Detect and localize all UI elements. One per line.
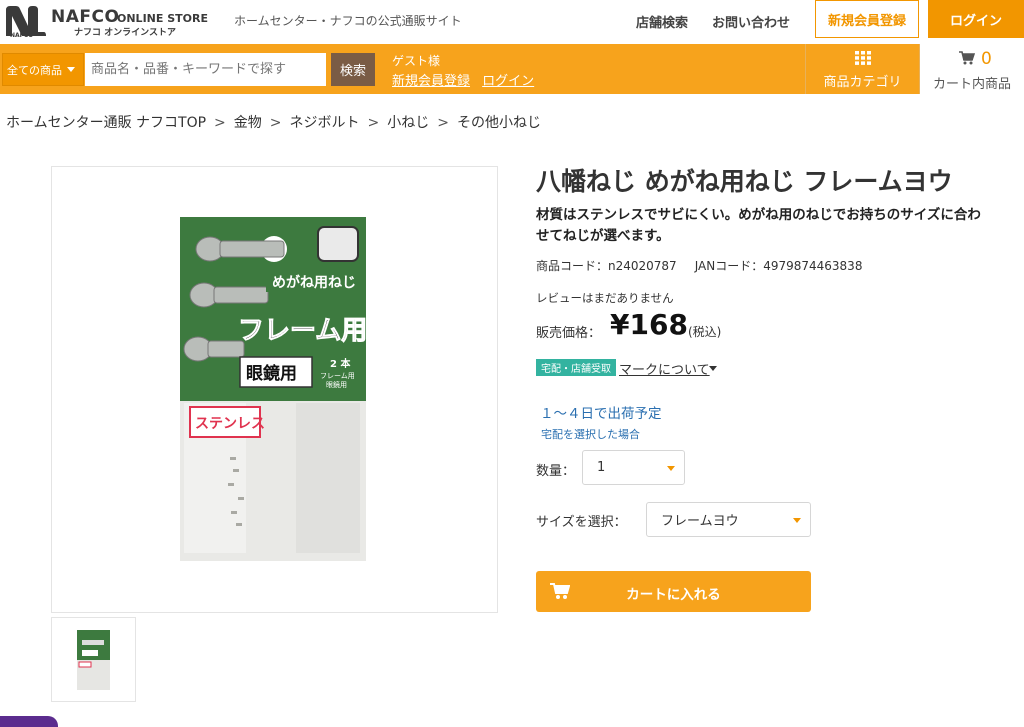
site-logo[interactable]: NAFCO NAFCO ONLINE STORE ナフコ オンラインストア xyxy=(4,4,214,40)
breadcrumb-item[interactable]: ホームセンター通販 ナフコTOP xyxy=(6,115,206,131)
category-menu-label: 商品カテゴリ xyxy=(823,75,902,90)
shipping-note: 宅配を選択した場合 xyxy=(541,428,640,441)
size-label: サイズを選択： xyxy=(536,515,627,530)
top-header: NAFCO NAFCO ONLINE STORE ナフコ オンラインストア ホー… xyxy=(0,0,1024,44)
guest-login-link[interactable]: ログイン xyxy=(482,74,534,89)
chat-widget-tab[interactable] xyxy=(0,716,58,727)
size-value: フレームヨウ xyxy=(661,514,739,529)
quantity-select[interactable]: 1 xyxy=(582,450,685,485)
breadcrumb-item[interactable]: その他小ねじ xyxy=(457,115,541,131)
guest-register-link[interactable]: 新規会員登録 xyxy=(392,74,470,89)
category-select-label: 全ての商品 xyxy=(7,63,62,77)
breadcrumb-item[interactable]: 小ねじ xyxy=(387,115,429,131)
site-tagline: ホームセンター・ナフコの公式通販サイト xyxy=(234,14,462,28)
package-sub2: 眼鏡用 xyxy=(326,380,347,389)
breadcrumb-separator: > xyxy=(437,115,449,131)
product-description: 材質はステンレスでサビにくい。めがね用のねじでお持ちのサイズに合わせてねじが選べ… xyxy=(536,207,981,244)
tax-note: (税込) xyxy=(688,325,722,339)
shipping-estimate: １～４日で出荷予定 xyxy=(540,406,662,422)
review-status: レビューはまだありません xyxy=(536,291,674,305)
breadcrumb-item[interactable]: 金物 xyxy=(234,115,262,131)
add-to-cart-button[interactable]: カートに入れる xyxy=(536,571,811,612)
cart-button[interactable]: 0 カート内商品 xyxy=(920,44,1024,94)
package-material: ステンレス xyxy=(195,416,265,432)
breadcrumb-separator: > xyxy=(269,115,282,131)
chevron-down-icon xyxy=(67,67,75,72)
breadcrumb-separator: > xyxy=(214,115,226,131)
package-sub1: フレーム用 xyxy=(320,372,355,380)
chevron-down-icon xyxy=(793,518,801,523)
mark-info-link[interactable]: マークについて xyxy=(619,359,710,378)
thumbnail-image xyxy=(77,630,110,690)
logo-store-text: ONLINE STORE xyxy=(117,12,208,25)
size-select[interactable]: フレームヨウ xyxy=(646,502,811,537)
price-label: 販売価格： xyxy=(536,326,602,341)
guest-links: 新規会員登録 ログイン xyxy=(392,70,542,89)
search-input[interactable] xyxy=(85,53,326,86)
package-main-text: フレーム用 xyxy=(238,316,367,346)
svg-text:NAFCO: NAFCO xyxy=(10,32,33,38)
logo-icon: NAFCO xyxy=(6,6,46,38)
delivery-badge: 宅配・店舗受取 xyxy=(536,359,616,376)
product-title: 八幡ねじ めがね用ねじ フレームヨウ xyxy=(536,167,953,196)
guest-greeting: ゲスト様 xyxy=(392,54,441,68)
contact-link[interactable]: お問い合わせ xyxy=(712,12,790,31)
search-button[interactable]: 検索 xyxy=(331,53,375,86)
logo-kana-text: ナフコ オンラインストア xyxy=(74,28,176,38)
package-title: めがね用ねじ xyxy=(272,274,356,291)
register-button[interactable]: 新規会員登録 xyxy=(815,0,919,38)
grid-icon xyxy=(855,51,871,65)
product-code: 商品コード：n24020787 xyxy=(536,259,677,273)
chevron-down-icon xyxy=(667,466,675,471)
quantity-label: 数量： xyxy=(536,464,576,479)
product-codes: 商品コード：n24020787 JANコード：4979874463838 xyxy=(536,257,862,274)
breadcrumb: ホームセンター通販 ナフコTOP > 金物 > ネジボルト > 小ねじ > その他小ねじ xyxy=(6,112,541,132)
breadcrumb-item[interactable]: ネジボルト xyxy=(290,115,360,131)
login-button[interactable]: ログイン xyxy=(928,0,1024,38)
product-price: ¥168 xyxy=(610,308,688,341)
chevron-down-icon[interactable] xyxy=(709,366,717,371)
product-main-image[interactable]: めがね用ねじ フレーム用 眼鏡用 2 本 フレーム用 眼鏡用 ステンレス xyxy=(51,166,498,613)
quantity-value: 1 xyxy=(597,460,606,475)
logo-text: NAFCO xyxy=(51,7,120,27)
add-to-cart-label: カートに入れる xyxy=(626,587,721,603)
store-search-link[interactable]: 店舗検索 xyxy=(636,12,688,31)
package-count: 2 本 xyxy=(330,357,351,370)
breadcrumb-separator: > xyxy=(367,115,380,131)
cart-icon xyxy=(959,51,975,65)
category-select[interactable]: 全ての商品 xyxy=(2,53,84,86)
package-label: 眼鏡用 xyxy=(246,363,297,384)
jan-code: JANコード：4979874463838 xyxy=(694,259,863,273)
cart-label: カート内商品 xyxy=(932,77,1011,92)
category-menu-button[interactable]: 商品カテゴリ xyxy=(805,44,920,94)
cart-count: 0 xyxy=(981,49,992,69)
product-package-image: めがね用ねじ フレーム用 眼鏡用 2 本 フレーム用 眼鏡用 ステンレス xyxy=(180,217,368,561)
product-thumbnail[interactable] xyxy=(51,617,136,702)
